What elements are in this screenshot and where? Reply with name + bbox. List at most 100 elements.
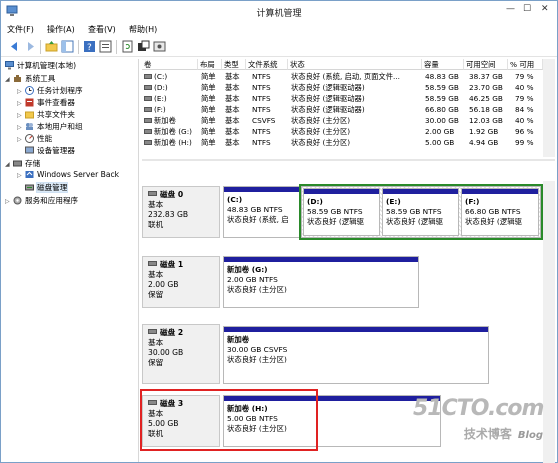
expand-arrow-icon[interactable]: ▷ bbox=[5, 198, 13, 205]
disk-1-label[interactable]: 磁盘 1 基本 2.00 GB 保留 bbox=[142, 256, 220, 308]
disk-2-label[interactable]: 磁盘 2 基本 30.00 GB 保留 bbox=[142, 324, 220, 384]
column-header-capacity[interactable]: 容量 bbox=[422, 59, 464, 70]
tree-item-event-viewer[interactable]: ▷ 事件查看器 bbox=[17, 97, 75, 109]
disk-0-label[interactable]: 磁盘 0 基本 232.83 GB 联机 bbox=[142, 186, 220, 238]
menu-bar: 文件(F) 操作(A) 查看(V) 帮助(H) bbox=[1, 22, 557, 37]
tree-item-windows-server-backup[interactable]: ▷ Windows Server Back bbox=[17, 170, 119, 182]
up-folder-icon[interactable] bbox=[45, 40, 58, 53]
close-icon[interactable]: ✕ bbox=[541, 4, 549, 14]
volume-icon bbox=[144, 96, 152, 101]
services-icon bbox=[13, 196, 22, 205]
tree-item-storage[interactable]: ◢ 存储 bbox=[5, 158, 40, 170]
tree-root[interactable]: 计算机管理(本地) bbox=[5, 60, 76, 72]
menu-view[interactable]: 查看(V) bbox=[88, 24, 116, 35]
pane-splitter[interactable] bbox=[142, 159, 555, 161]
table-row[interactable]: (C:) 简单 基本 NTFS 状态良好 (系统, 启动, 页面文件... 48… bbox=[142, 71, 543, 82]
tree-item-local-users[interactable]: ▷ 本地用户和组 bbox=[17, 121, 83, 133]
tree-item-disk-management[interactable]: 磁盘管理 bbox=[17, 182, 69, 194]
disk-status: 保留 bbox=[148, 358, 164, 367]
column-header-layout[interactable]: 布局 bbox=[198, 59, 222, 70]
tree-item-label: 共享文件夹 bbox=[37, 110, 75, 119]
expand-arrow-icon[interactable]: ▷ bbox=[17, 172, 25, 179]
help-icon[interactable]: ? bbox=[83, 40, 96, 53]
toolbar-separator bbox=[78, 40, 79, 54]
disk-size: 30.00 GB bbox=[148, 348, 184, 357]
expand-arrow-icon[interactable]: ▷ bbox=[17, 136, 25, 143]
volume-icon bbox=[144, 140, 152, 145]
forward-icon[interactable] bbox=[24, 40, 37, 53]
expand-arrow-icon[interactable]: ◢ bbox=[5, 76, 13, 83]
cell-volume: 新加卷 (H:) bbox=[144, 138, 198, 148]
refresh-icon[interactable] bbox=[121, 40, 134, 53]
partition-c[interactable]: (C:) 48.83 GB NTFS 状态良好 (系统, 启 bbox=[223, 186, 301, 238]
toolbar: ? bbox=[1, 37, 557, 57]
volume-label: 新加卷 bbox=[154, 116, 176, 125]
tree-item-label: 磁盘管理 bbox=[35, 182, 69, 193]
menu-file[interactable]: 文件(F) bbox=[7, 24, 34, 35]
toolbar-separator bbox=[40, 40, 41, 54]
column-header-status[interactable]: 状态 bbox=[288, 59, 422, 70]
navigation-tree: 计算机管理(本地) ◢ 系统工具 ▷ 任务计划程序 ▷ 事件查看器 ▷ 共享文件夹 ▷ 本… bbox=[3, 59, 139, 462]
disk-icon bbox=[148, 191, 157, 196]
maximize-icon[interactable]: ☐ bbox=[523, 4, 531, 14]
partition-g[interactable]: 新加卷 (G:) 2.00 GB NTFS 状态良好 (主分区) bbox=[223, 256, 419, 308]
table-row[interactable]: (E:) 简单 基本 NTFS 状态良好 (逻辑驱动器) 58.59 GB 46… bbox=[142, 93, 543, 104]
partition-csvfs[interactable]: 新加卷 30.00 GB CSVFS 状态良好 (主分区) bbox=[223, 326, 489, 384]
cell-capacity: 48.83 GB bbox=[425, 72, 459, 81]
event-viewer-icon bbox=[25, 98, 34, 107]
cell-free-space: 4.94 GB bbox=[469, 138, 499, 147]
tree-item-system-tools[interactable]: ◢ 系统工具 bbox=[5, 73, 55, 85]
tree-item-label: 存储 bbox=[25, 159, 41, 168]
tree-item-label: Windows Server Back bbox=[37, 170, 120, 179]
menu-help[interactable]: 帮助(H) bbox=[129, 24, 157, 35]
cell-capacity: 58.59 GB bbox=[425, 94, 459, 103]
disk-name: 磁盘 2 bbox=[160, 328, 184, 337]
table-row[interactable]: 新加卷 (G:) 简单 基本 NTFS 状态良好 (主分区) 2.00 GB 1… bbox=[142, 126, 543, 137]
disk-view-scrollbar[interactable] bbox=[543, 181, 555, 463]
disk-size: 2.00 GB bbox=[148, 280, 179, 289]
minimize-icon[interactable]: — bbox=[506, 4, 515, 14]
cell-volume: (E:) bbox=[144, 94, 198, 103]
disk-name: 磁盘 1 bbox=[160, 260, 184, 269]
table-row[interactable]: (D:) 简单 基本 NTFS 状态良好 (逻辑驱动器) 58.59 GB 23… bbox=[142, 82, 543, 93]
expand-arrow-icon[interactable]: ◢ bbox=[5, 161, 13, 168]
tree-root-label: 计算机管理(本地) bbox=[17, 61, 77, 70]
cell-status: 状态良好 (系统, 启动, 页面文件... bbox=[291, 72, 400, 81]
disk-icon bbox=[148, 261, 157, 266]
table-row[interactable]: 新加卷 简单 基本 CSVFS 状态良好 (主分区) 30.00 GB 12.0… bbox=[142, 115, 543, 126]
column-header-free-space[interactable]: 可用空间 bbox=[464, 59, 508, 70]
settings-icon[interactable] bbox=[153, 40, 166, 53]
expand-arrow-icon[interactable]: ▷ bbox=[17, 100, 25, 107]
column-header-filesystem[interactable]: 文件系统 bbox=[246, 59, 288, 70]
window-title: 计算机管理 bbox=[256, 9, 302, 19]
title-bar[interactable]: 计算机管理 — ☐ ✕ bbox=[1, 1, 557, 22]
expand-arrow-icon[interactable]: ▷ bbox=[17, 88, 25, 95]
table-row[interactable]: (F:) 简单 基本 NTFS 状态良好 (逻辑驱动器) 66.80 GB 56… bbox=[142, 104, 543, 115]
tree-item-device-manager[interactable]: 设备管理器 bbox=[17, 145, 75, 157]
volume-list-scrollbar[interactable] bbox=[543, 59, 555, 157]
tree-item-shared-folders[interactable]: ▷ 共享文件夹 bbox=[17, 109, 75, 121]
column-header-volume[interactable]: 卷 bbox=[142, 59, 198, 70]
show-tree-icon[interactable] bbox=[61, 40, 74, 53]
cell-filesystem: NTFS bbox=[252, 138, 271, 147]
tree-item-label: 任务计划程序 bbox=[37, 86, 83, 95]
properties-icon[interactable] bbox=[99, 40, 112, 53]
disk-status: 联机 bbox=[148, 220, 164, 229]
cell-volume: 新加卷 bbox=[144, 116, 198, 126]
export-icon[interactable] bbox=[137, 40, 150, 53]
expand-arrow-icon[interactable]: ▷ bbox=[17, 112, 25, 119]
tools-icon bbox=[14, 75, 21, 82]
cell-percent-free: 40 % bbox=[515, 83, 534, 92]
column-header-percent-free[interactable]: % 可用 bbox=[508, 59, 543, 70]
expand-arrow-icon[interactable]: ▷ bbox=[17, 124, 25, 131]
menu-action[interactable]: 操作(A) bbox=[47, 24, 75, 35]
cell-capacity: 5.00 GB bbox=[425, 138, 455, 147]
back-icon[interactable] bbox=[8, 40, 21, 53]
tree-item-performance[interactable]: ▷ 性能 bbox=[17, 133, 52, 145]
tree-item-task-scheduler[interactable]: ▷ 任务计划程序 bbox=[17, 85, 83, 97]
column-header-type[interactable]: 类型 bbox=[222, 59, 246, 70]
table-row[interactable]: 新加卷 (H:) 简单 基本 NTFS 状态良好 (主分区) 5.00 GB 4… bbox=[142, 137, 543, 148]
tree-item-services-apps[interactable]: ▷ 服务和应用程序 bbox=[5, 195, 78, 207]
cell-percent-free: 96 % bbox=[515, 127, 534, 136]
tree-item-label: 系统工具 bbox=[25, 74, 56, 83]
